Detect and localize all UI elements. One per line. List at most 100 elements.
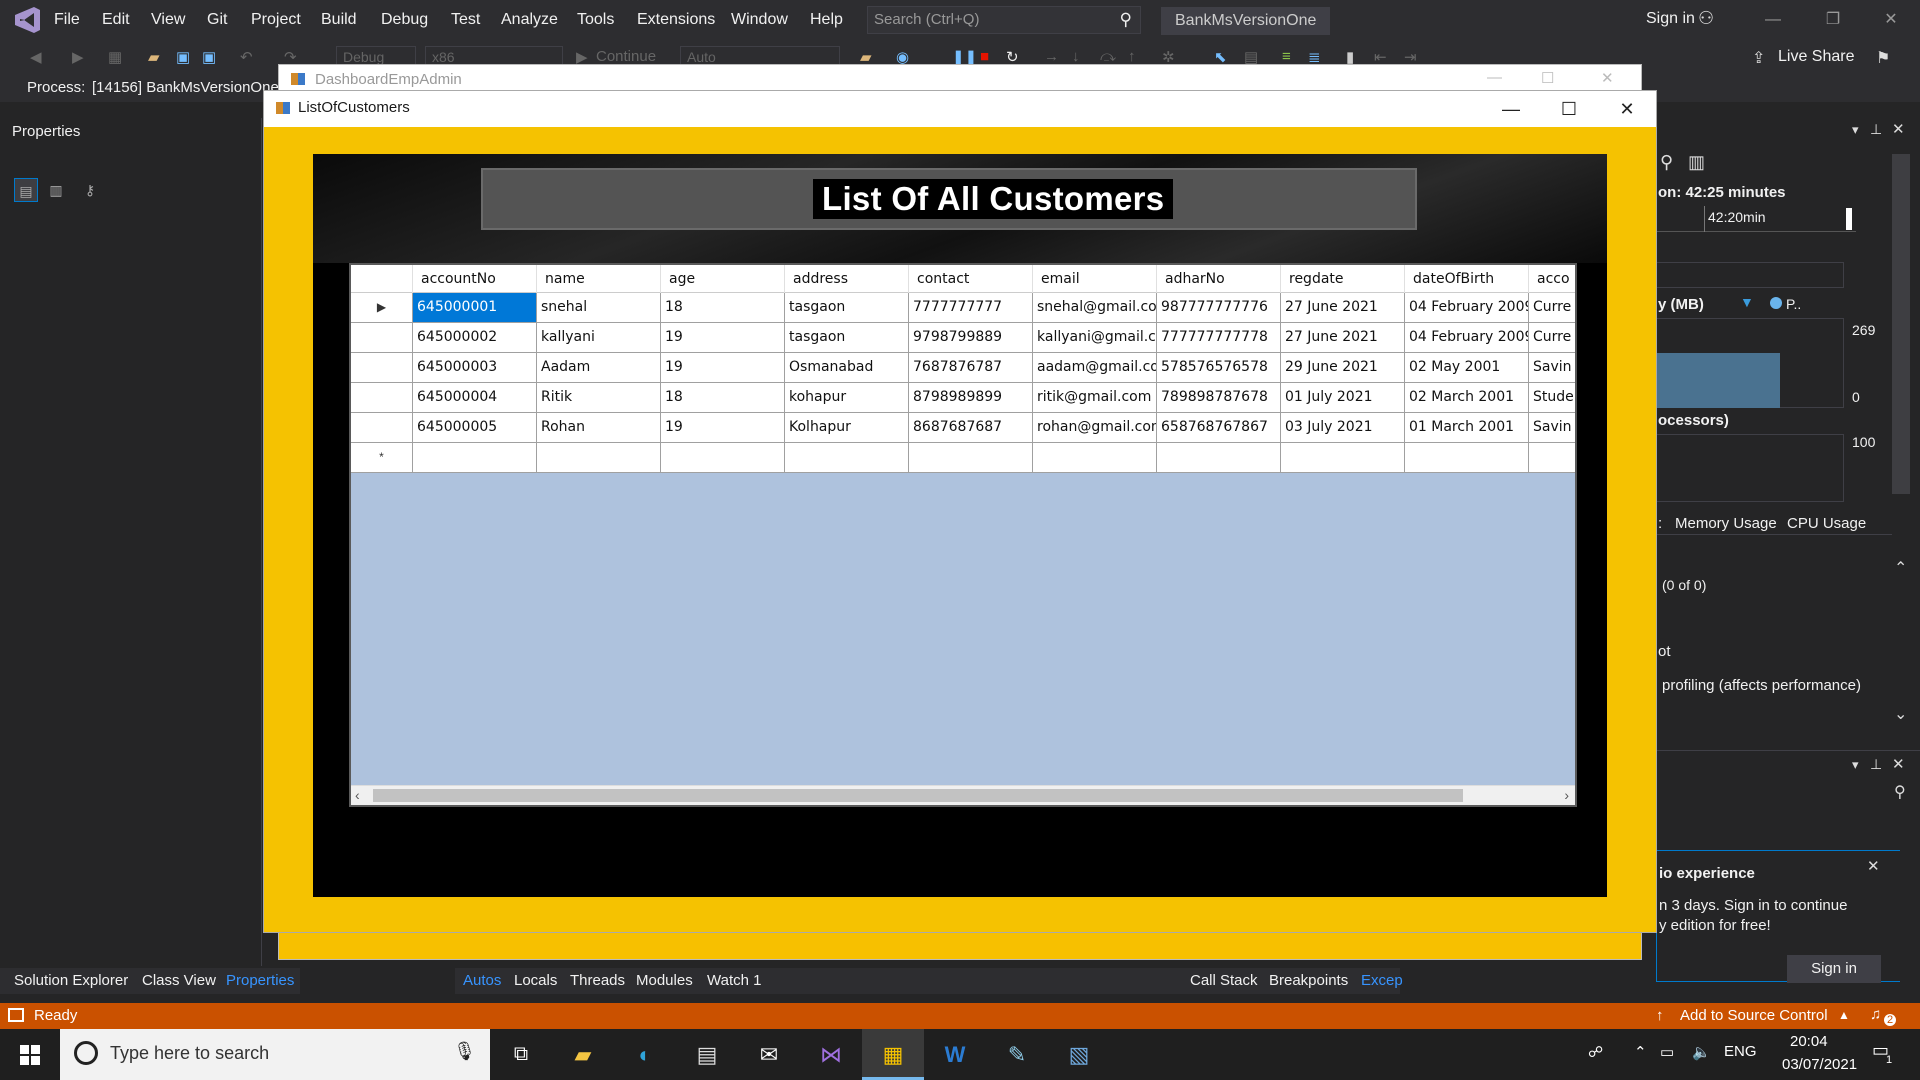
taskbar-search-box[interactable]: Type here to search 🎙 [60,1029,490,1080]
table-cell-accountNo[interactable]: 645000002 [413,323,537,353]
table-cell-adharNo[interactable]: 578576576578 [1157,353,1281,383]
menu-analyze[interactable]: Analyze [501,0,558,40]
close-icon[interactable]: ✕ [1601,69,1614,87]
dropdown-icon[interactable]: ▾ [1852,122,1859,138]
table-cell-address[interactable] [785,443,909,473]
table-cell-age[interactable]: 19 [661,413,785,443]
winforms-app-icon[interactable]: ▦ [862,1029,924,1080]
column-header-age[interactable]: age [661,265,785,293]
menu-help[interactable]: Help [810,0,843,40]
table-cell-regdate[interactable]: 01 July 2021 [1281,383,1405,413]
row-header[interactable] [351,413,413,443]
row-header[interactable] [351,323,413,353]
process-value[interactable]: [14156] BankMsVersionOne [92,79,279,96]
edge-icon[interactable]: ◐ [614,1029,676,1080]
save-icon[interactable]: ▣ [176,48,190,66]
table-cell-adharNo[interactable]: 658768767867 [1157,413,1281,443]
table-row[interactable]: 645000005 Rohan 19 Kolhapur 8687687687 rohan@… [351,413,1575,443]
table-cell-address[interactable]: Osmanabad [785,353,909,383]
comment-icon[interactable]: ≡ [1282,48,1291,65]
table-cell-dateOfBirth[interactable]: 04 February 2009 [1405,323,1529,353]
clock-date[interactable]: 03/07/2021 [1782,1056,1857,1073]
table-cell-name[interactable]: Rohan [537,413,661,443]
table-cell-acco[interactable]: Curre [1529,323,1575,353]
output-window-icon[interactable] [8,1008,24,1022]
tab-threads[interactable]: Threads [570,972,625,989]
live-share-button[interactable]: Live Share [1778,48,1855,66]
column-header-adharNo[interactable]: adharNo [1157,265,1281,293]
chevron-up-icon[interactable]: ▲ [1838,1008,1850,1022]
microphone-icon[interactable]: 🎙 [453,1041,476,1062]
pin-icon[interactable]: ⊥ [1870,121,1882,138]
tab-class-view[interactable]: Class View [142,972,216,989]
table-cell-accountNo[interactable]: 645000001 [413,293,537,323]
table-cell-accountNo[interactable]: 645000003 [413,353,537,383]
table-cell-regdate[interactable]: 27 June 2021 [1281,293,1405,323]
minimize-button[interactable]: — [1482,91,1540,127]
tab-breakpoints[interactable]: Breakpoints [1269,972,1348,989]
tab-call-stack[interactable]: Call Stack [1190,972,1258,989]
live-share-icon[interactable]: ⇪ [1752,48,1765,68]
network-icon[interactable]: ▭ [1660,1043,1674,1061]
vs-restore-button[interactable]: ❐ [1808,0,1858,40]
table-cell-age[interactable]: 19 [661,323,785,353]
language-indicator[interactable]: ENG [1724,1043,1757,1060]
scroll-left-icon[interactable]: ‹ [355,787,360,803]
customers-datagrid[interactable]: accountNo name age address contact email adhar… [349,263,1577,807]
table-cell-adharNo[interactable]: 777777777778 [1157,323,1281,353]
table-cell-name[interactable]: Aadam [537,353,661,383]
scroll-right-icon[interactable]: › [1564,787,1569,803]
table-cell-email[interactable]: snehal@gmail.com [1033,293,1157,323]
people-icon[interactable]: ☍ [1588,1043,1603,1061]
column-header-name[interactable]: name [537,265,661,293]
table-cell-acco[interactable] [1529,443,1575,473]
table-cell-age[interactable]: 18 [661,293,785,323]
step-out-icon[interactable]: ↑ [1128,48,1136,65]
table-cell-contact[interactable] [909,443,1033,473]
table-cell-name[interactable]: snehal [537,293,661,323]
pin-icon[interactable]: ⊥ [1870,756,1882,773]
tab-autos[interactable]: Autos [463,972,501,989]
scroll-down-icon[interactable]: ⌄ [1894,704,1907,724]
tab-modules[interactable]: Modules [636,972,693,989]
file-explorer-icon[interactable]: ▰ [552,1029,614,1080]
minimize-icon[interactable]: — [1487,69,1502,86]
table-cell-adharNo[interactable]: 987777777776 [1157,293,1281,323]
menu-test[interactable]: Test [451,0,480,40]
undo-icon[interactable]: ↶ [240,48,253,66]
tab-solution-explorer[interactable]: Solution Explorer [14,972,128,989]
windows-start-icon[interactable] [0,1029,60,1080]
row-header[interactable]: * [351,443,413,473]
snapshot-label[interactable]: ot [1658,643,1671,660]
table-cell-address[interactable]: kohapur [785,383,909,413]
table-cell-name[interactable]: Ritik [537,383,661,413]
paint-icon[interactable]: ✎ [986,1029,1048,1080]
show-next-statement-icon[interactable]: → [1044,48,1059,65]
diag-scrollbar[interactable] [1892,154,1910,494]
table-cell-email[interactable]: ritik@gmail.com [1033,383,1157,413]
table-row[interactable]: 645000002 kallyani 19 tasgaon 9798799889 kall… [351,323,1575,353]
menu-window[interactable]: Window [731,0,788,40]
stop-icon[interactable]: ■ [980,48,989,65]
table-cell-name[interactable]: kallyani [537,323,661,353]
notification-signin-button[interactable]: Sign in [1787,955,1881,983]
column-header-accountNo[interactable]: accountNo [413,265,537,293]
table-cell-email[interactable]: aadam@gmail.com [1033,353,1157,383]
tab-memory-usage[interactable]: Memory Usage [1675,515,1777,532]
scroll-up-icon[interactable]: ⌃ [1894,558,1907,578]
property-pages-icon[interactable]: ⚷ [78,178,102,202]
visual-studio-icon[interactable]: ⋈ [800,1029,862,1080]
column-header-address[interactable]: address [785,265,909,293]
dropdown-icon[interactable]: ▾ [1852,757,1859,773]
close-icon[interactable]: ✕ [1892,755,1905,773]
table-cell-acco[interactable]: Savin [1529,413,1575,443]
table-cell-address[interactable]: tasgaon [785,323,909,353]
table-row[interactable]: 645000003 Aadam 19 Osmanabad 7687876787 aadam… [351,353,1575,383]
grid-horizontal-scrollbar[interactable]: ‹ › [351,785,1575,805]
alphabetical-icon[interactable]: ▥ [44,178,68,202]
tab-properties[interactable]: Properties [226,972,294,989]
customers-titlebar[interactable]: ListOfCustomers — ☐ ✕ [264,91,1656,127]
clock-time[interactable]: 20:04 [1790,1033,1828,1050]
table-cell-email[interactable]: kallyani@gmail.c... [1033,323,1157,353]
table-row[interactable]: ▶ 645000001 snehal 18 tasgaon 7777777777 sneha… [351,293,1575,323]
